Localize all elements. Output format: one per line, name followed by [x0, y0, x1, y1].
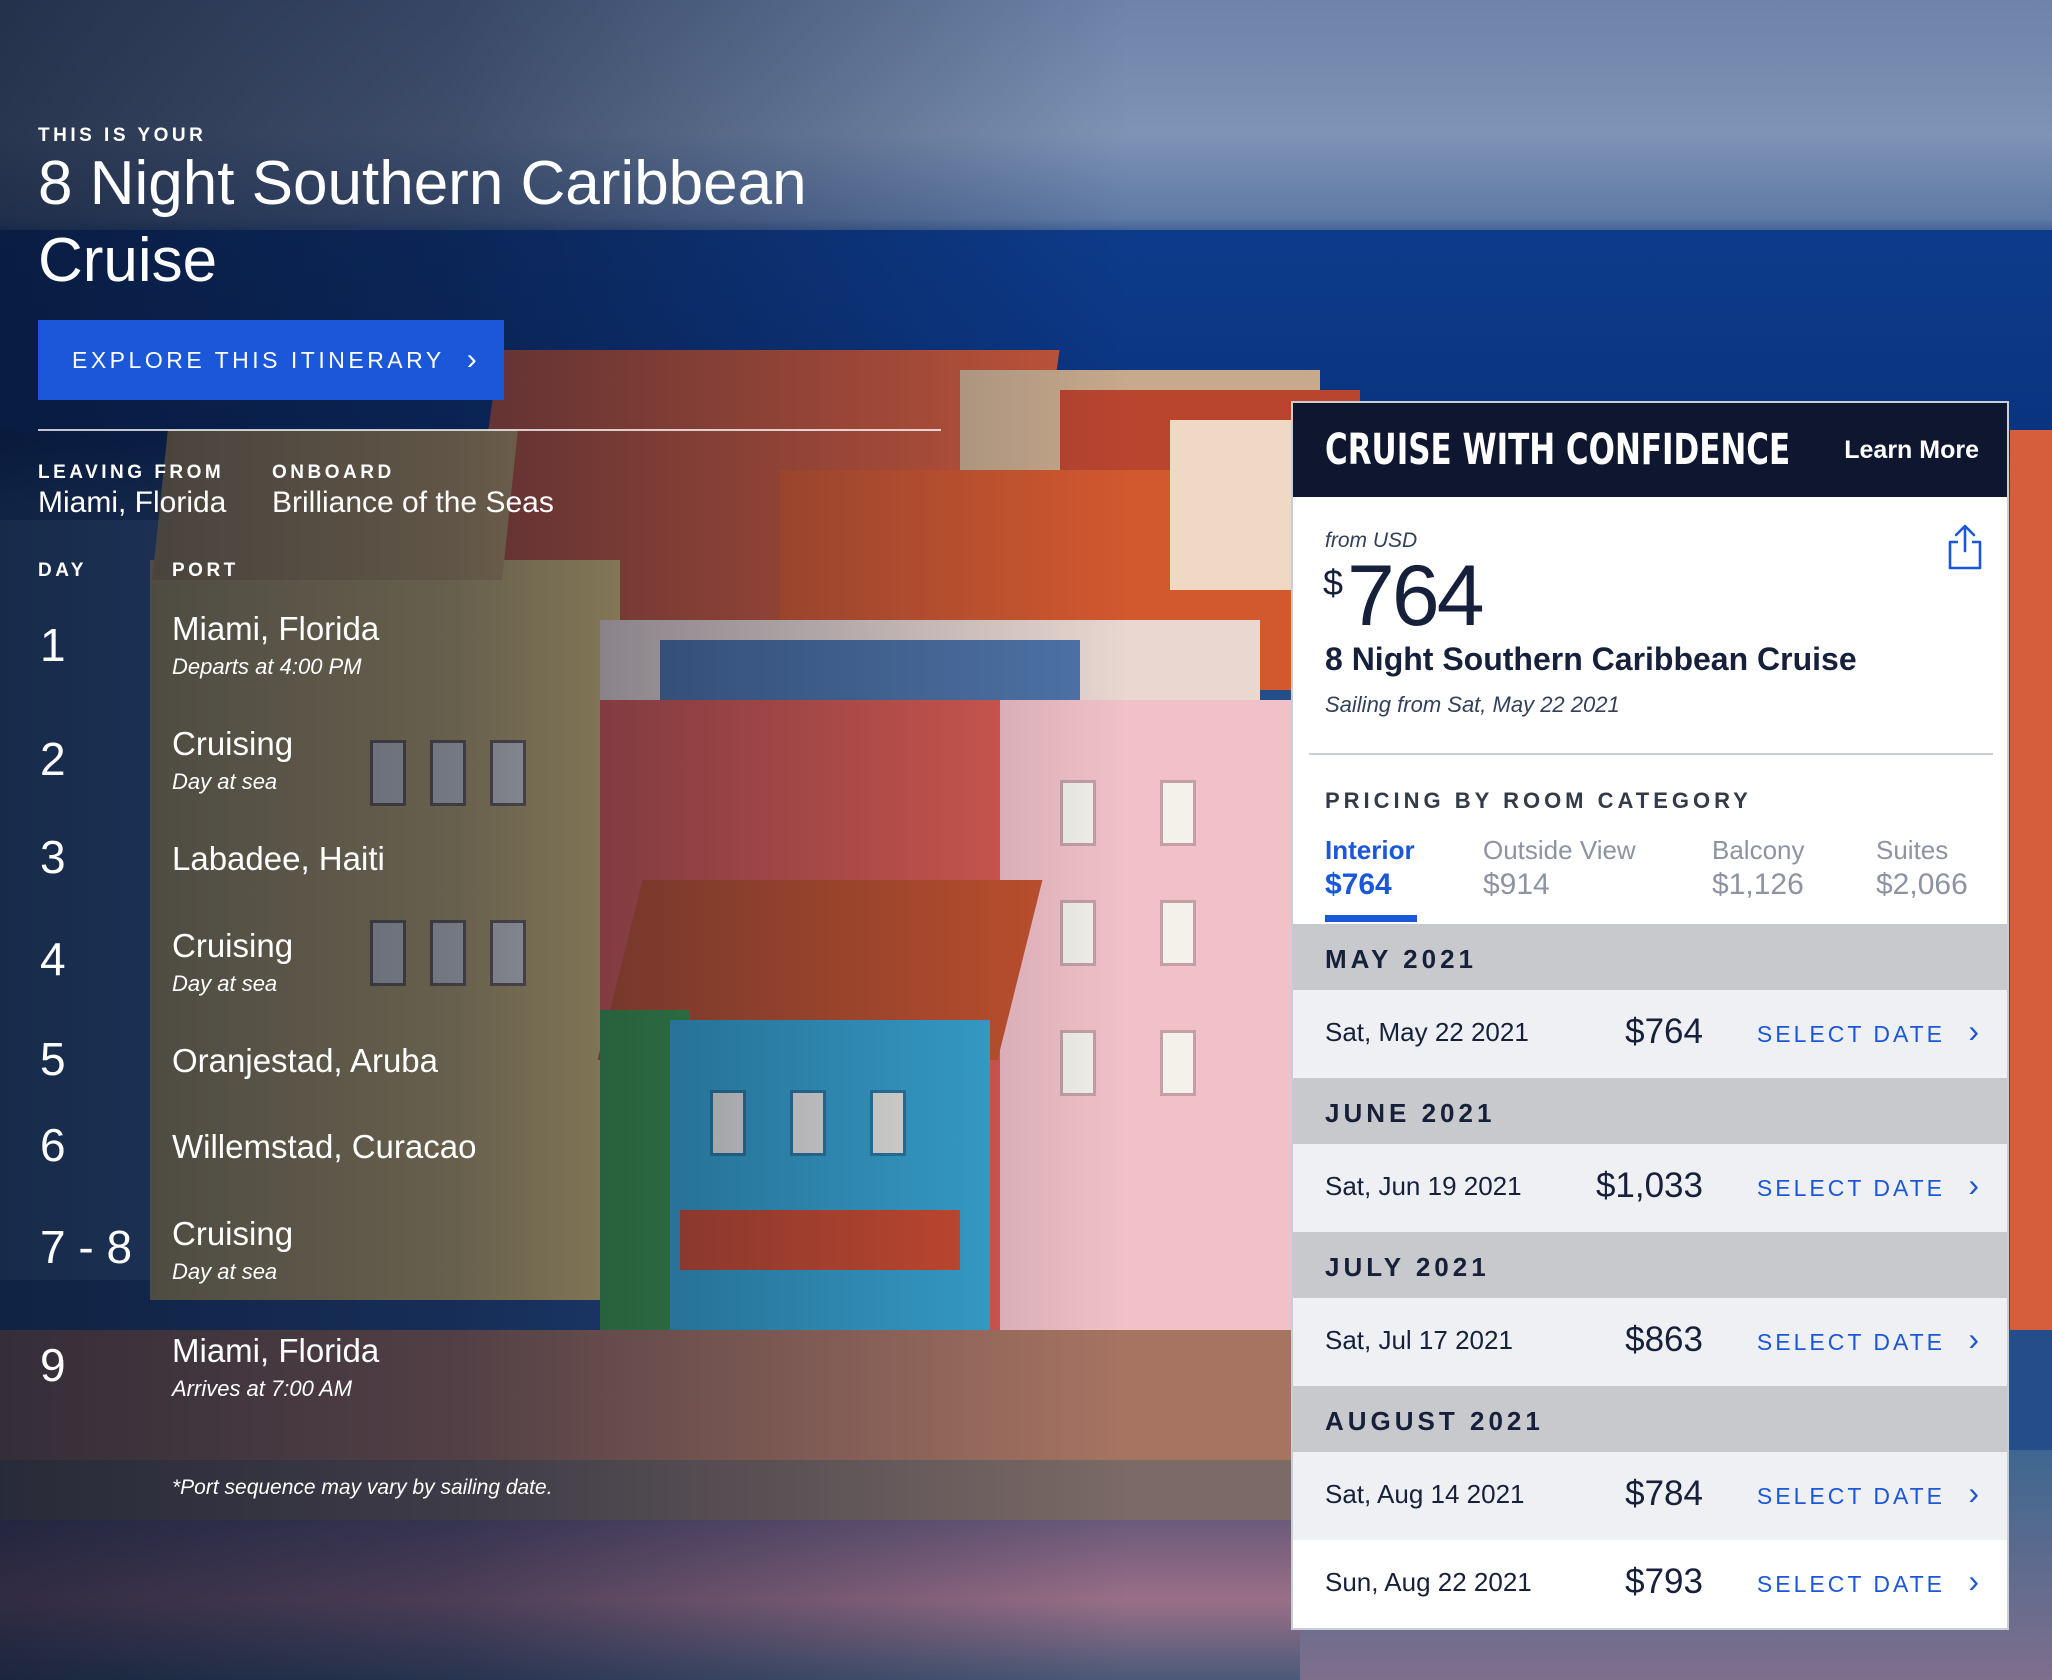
- date-row[interactable]: Sun, Aug 22 2021 $793 SELECT DATE ›: [1293, 1540, 2007, 1628]
- divider: [38, 429, 941, 431]
- select-date-button[interactable]: SELECT DATE: [1757, 1571, 1945, 1598]
- stop-port: Labadee, Haiti: [172, 840, 385, 877]
- chevron-right-icon: ›: [1968, 1475, 1979, 1511]
- stop-day: 1: [40, 619, 66, 671]
- confidence-title: CRUISE WITH CONFIDENCE: [1325, 425, 1791, 475]
- stop-port: Cruising: [172, 725, 294, 762]
- sailing-date: Sun, Aug 22 2021: [1325, 1567, 1532, 1597]
- sailing-date: Sat, Jun 19 2021: [1325, 1171, 1522, 1201]
- month-header: JULY 2021: [1293, 1232, 2007, 1298]
- tab-balcony[interactable]: Balcony $1,126: [1712, 835, 1805, 902]
- sailing-date: Sat, May 22 2021: [1325, 1017, 1529, 1047]
- share-icon[interactable]: [1945, 523, 1985, 571]
- chevron-right-icon: ›: [1968, 1321, 1979, 1357]
- date-row[interactable]: Sat, Aug 14 2021 $784 SELECT DATE ›: [1293, 1452, 2007, 1540]
- tab-suites[interactable]: Suites $2,066: [1876, 835, 1968, 902]
- date-row[interactable]: Sat, Jul 17 2021 $863 SELECT DATE ›: [1293, 1298, 2007, 1386]
- card-divider: [1309, 753, 1993, 755]
- page-title: 8 Night Southern Caribbean Cruise: [38, 149, 807, 295]
- sailing-price: $784: [1625, 1474, 1703, 1513]
- stop-port: Miami, Florida: [172, 1332, 380, 1369]
- tab-outside-view[interactable]: Outside View $914: [1483, 835, 1636, 902]
- stop-note: Arrives at 7:00 AM: [172, 1376, 353, 1401]
- stop-day: 7 - 8: [40, 1221, 133, 1273]
- leaving-from-value: Miami, Florida: [38, 486, 227, 519]
- tab-price: $2,066: [1876, 868, 1968, 901]
- leaving-from-label: LEAVING FROM: [38, 462, 225, 483]
- date-row[interactable]: Sat, Jun 19 2021 $1,033 SELECT DATE ›: [1293, 1144, 2007, 1232]
- date-row[interactable]: Sat, May 22 2021 $764 SELECT DATE ›: [1293, 990, 2007, 1078]
- confidence-banner: CRUISE WITH CONFIDENCE Learn More: [1293, 403, 2007, 497]
- chevron-right-icon: ›: [1968, 1563, 1979, 1599]
- stop-port: Oranjestad, Aruba: [172, 1042, 438, 1079]
- pricing-card: CRUISE WITH CONFIDENCE Learn More from U…: [1291, 401, 2009, 1630]
- sailing-date: Sat, Jul 17 2021: [1325, 1325, 1513, 1355]
- stop-day: 6: [40, 1119, 66, 1171]
- explore-itinerary-label: EXPLORE THIS ITINERARY: [72, 346, 445, 373]
- learn-more-link[interactable]: Learn More: [1844, 436, 1979, 465]
- tab-label: Outside View: [1483, 835, 1636, 865]
- tab-interior[interactable]: Interior $764: [1325, 835, 1415, 902]
- stop-day: 9: [40, 1339, 66, 1391]
- stop-note: Day at sea: [172, 769, 278, 794]
- tab-price: $914: [1483, 868, 1550, 901]
- sailing-price: $793: [1625, 1562, 1703, 1601]
- stop-port: Cruising: [172, 927, 294, 964]
- tab-label: Suites: [1876, 835, 1949, 865]
- sailing-price: $1,033: [1595, 1166, 1703, 1205]
- tab-label: Interior: [1325, 835, 1415, 865]
- onboard-label: ONBOARD: [272, 462, 395, 483]
- select-date-button[interactable]: SELECT DATE: [1757, 1483, 1945, 1510]
- stop-day: 4: [40, 933, 66, 985]
- chevron-right-icon: ›: [466, 343, 477, 376]
- stop-note: Departs at 4:00 PM: [172, 654, 362, 679]
- explore-itinerary-button[interactable]: EXPLORE THIS ITINERARY ›: [38, 320, 504, 400]
- tab-price: $1,126: [1712, 868, 1804, 901]
- sailing-price: $764: [1625, 1012, 1703, 1051]
- chevron-right-icon: ›: [1968, 1013, 1979, 1049]
- month-header: JUNE 2021: [1293, 1078, 2007, 1144]
- month-header: AUGUST 2021: [1293, 1386, 2007, 1452]
- price-amount: 764: [1347, 548, 1484, 644]
- tab-label: Balcony: [1712, 835, 1805, 865]
- sailing-from: Sailing from Sat, May 22 2021: [1325, 692, 1620, 717]
- stop-port: Cruising: [172, 1215, 294, 1252]
- currency-symbol: $: [1323, 562, 1344, 603]
- pricing-by-room-category-label: PRICING BY ROOM CATEGORY: [1325, 788, 1752, 813]
- hero-kicker: THIS IS YOUR: [38, 125, 207, 146]
- stop-port: Miami, Florida: [172, 610, 380, 647]
- select-date-button[interactable]: SELECT DATE: [1757, 1329, 1945, 1356]
- select-date-button[interactable]: SELECT DATE: [1757, 1175, 1945, 1202]
- sailing-price: $863: [1625, 1320, 1703, 1359]
- onboard-value: Brilliance of the Seas: [272, 486, 554, 519]
- stop-day: 2: [40, 733, 66, 785]
- stop-day: 5: [40, 1033, 66, 1085]
- stop-note: Day at sea: [172, 1259, 278, 1284]
- stop-port: Willemstad, Curacao: [172, 1128, 477, 1165]
- sailing-date: Sat, Aug 14 2021: [1325, 1479, 1525, 1509]
- stop-day: 3: [40, 831, 66, 883]
- starting-price: $ 764: [1323, 546, 1485, 646]
- day-column-header: DAY: [38, 560, 87, 581]
- tab-price: $764: [1325, 868, 1392, 901]
- stop-note: Day at sea: [172, 971, 278, 996]
- card-cruise-name: 8 Night Southern Caribbean Cruise: [1325, 641, 1857, 677]
- month-header: MAY 2021: [1293, 924, 2007, 990]
- chevron-right-icon: ›: [1968, 1167, 1979, 1203]
- select-date-button[interactable]: SELECT DATE: [1757, 1021, 1945, 1048]
- port-column-header: PORT: [172, 560, 239, 581]
- active-tab-indicator: [1325, 915, 1417, 922]
- port-sequence-footnote: *Port sequence may vary by sailing date.: [172, 1476, 553, 1499]
